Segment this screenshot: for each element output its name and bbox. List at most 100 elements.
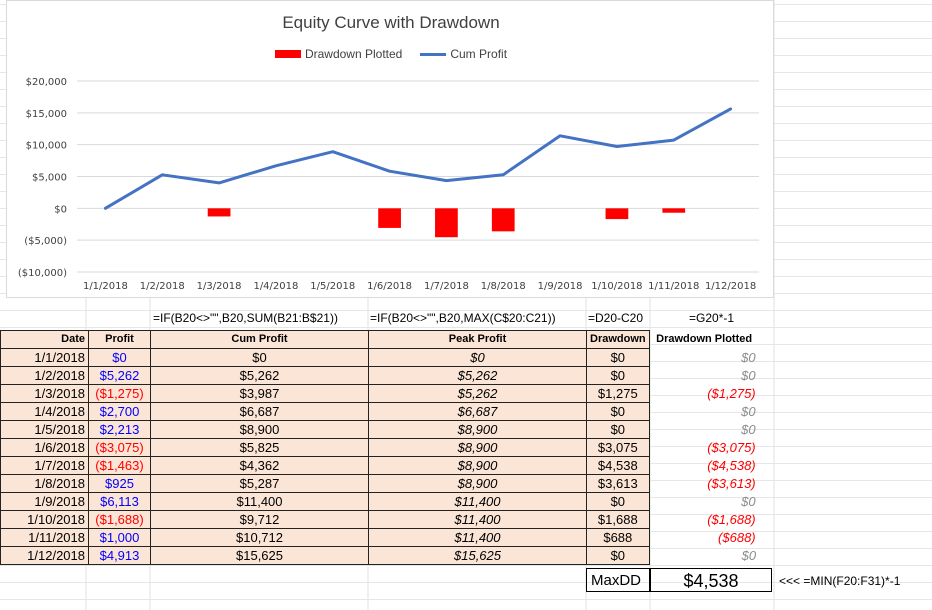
- cell-drawdown-plotted[interactable]: $0: [649, 349, 759, 367]
- cell-peak-profit[interactable]: $11,400: [368, 492, 587, 511]
- cell-cum-profit[interactable]: $5,825: [150, 438, 369, 457]
- header-profit[interactable]: Profit: [88, 330, 151, 349]
- cell-drawdown[interactable]: $0: [586, 420, 650, 439]
- cell-drawdown[interactable]: $1,275: [586, 384, 650, 403]
- cell-drawdown[interactable]: $4,538: [586, 456, 650, 475]
- cell-drawdown[interactable]: $0: [586, 348, 650, 367]
- cell-peak-profit[interactable]: $8,900: [368, 474, 587, 493]
- cell-profit[interactable]: ($1,463): [88, 456, 151, 475]
- cell-profit[interactable]: $2,700: [88, 402, 151, 421]
- cell-drawdown-plotted[interactable]: ($3,075): [649, 439, 759, 457]
- maxdd-label[interactable]: MaxDD: [586, 568, 650, 592]
- cell-cum-profit[interactable]: $11,400: [150, 492, 369, 511]
- cell-cum-profit[interactable]: $3,987: [150, 384, 369, 403]
- cell-profit[interactable]: $925: [88, 474, 151, 493]
- cell-drawdown[interactable]: $688: [586, 528, 650, 547]
- cell-date[interactable]: 1/1/2018: [0, 348, 89, 367]
- y-tick-label: $20,000: [26, 77, 67, 88]
- cell-peak-profit[interactable]: $11,400: [368, 528, 587, 547]
- cell-date[interactable]: 1/6/2018: [0, 438, 89, 457]
- cell-cum-profit[interactable]: $10,712: [150, 528, 369, 547]
- table-row: 1/6/2018 ($3,075) $5,825 $8,900 $3,075 ($3,07…: [0, 438, 760, 457]
- cell-peak-profit[interactable]: $8,900: [368, 420, 587, 439]
- cell-profit[interactable]: $5,262: [88, 366, 151, 385]
- cell-date[interactable]: 1/9/2018: [0, 492, 89, 511]
- cell-drawdown-plotted[interactable]: ($1,275): [649, 385, 759, 403]
- cell-drawdown-plotted[interactable]: ($3,613): [649, 475, 759, 493]
- cell-drawdown-plotted[interactable]: $0: [649, 403, 759, 421]
- cell-date[interactable]: 1/5/2018: [0, 420, 89, 439]
- data-table: Date Profit Cum Profit Peak Profit Drawd…: [0, 330, 760, 565]
- cell-drawdown[interactable]: $0: [586, 492, 650, 511]
- x-tick-label: 1/5/2018: [310, 281, 355, 292]
- cell-profit[interactable]: $6,113: [88, 492, 151, 511]
- cell-profit[interactable]: $2,213: [88, 420, 151, 439]
- x-tick-label: 1/4/2018: [253, 281, 298, 292]
- cell-peak-profit[interactable]: $0: [368, 348, 587, 367]
- cell-date[interactable]: 1/8/2018: [0, 474, 89, 493]
- cell-cum-profit[interactable]: $0: [150, 348, 369, 367]
- cell-date[interactable]: 1/4/2018: [0, 402, 89, 421]
- cell-date[interactable]: 1/2/2018: [0, 366, 89, 385]
- y-tick-label: $5,000: [32, 173, 67, 184]
- cell-drawdown-plotted[interactable]: ($4,538): [649, 457, 759, 475]
- formula-drawdown-plotted: =G20*-1: [689, 311, 735, 325]
- cell-drawdown-plotted[interactable]: ($688): [649, 529, 759, 547]
- cell-peak-profit[interactable]: $15,625: [368, 546, 587, 565]
- cell-cum-profit[interactable]: $5,262: [150, 366, 369, 385]
- cell-peak-profit[interactable]: $11,400: [368, 510, 587, 529]
- table-row: 1/12/2018 $4,913 $15,625 $15,625 $0 $0: [0, 546, 760, 565]
- cell-peak-profit[interactable]: $5,262: [368, 384, 587, 403]
- cell-cum-profit[interactable]: $5,287: [150, 474, 369, 493]
- table-row: 1/3/2018 ($1,275) $3,987 $5,262 $1,275 ($1,27…: [0, 384, 760, 403]
- cell-drawdown[interactable]: $0: [586, 366, 650, 385]
- cell-date[interactable]: 1/10/2018: [0, 510, 89, 529]
- cell-profit[interactable]: ($1,275): [88, 384, 151, 403]
- cell-drawdown[interactable]: $0: [586, 546, 650, 565]
- table-row: 1/5/2018 $2,213 $8,900 $8,900 $0 $0: [0, 420, 760, 439]
- y-tick-label: $15,000: [26, 109, 67, 120]
- cell-cum-profit[interactable]: $9,712: [150, 510, 369, 529]
- y-tick-label: $10,000: [26, 141, 67, 152]
- cell-drawdown-plotted[interactable]: $0: [649, 493, 759, 511]
- cell-cum-profit[interactable]: $8,900: [150, 420, 369, 439]
- x-tick-label: 1/12/2018: [705, 281, 756, 292]
- header-drawdown[interactable]: Drawdown: [586, 330, 650, 349]
- cell-cum-profit[interactable]: $6,687: [150, 402, 369, 421]
- cell-drawdown[interactable]: $3,613: [586, 474, 650, 493]
- cell-drawdown[interactable]: $0: [586, 402, 650, 421]
- cell-date[interactable]: 1/3/2018: [0, 384, 89, 403]
- cell-profit[interactable]: $0: [88, 348, 151, 367]
- cell-drawdown-plotted[interactable]: ($1,688): [649, 511, 759, 529]
- cell-cum-profit[interactable]: $15,625: [150, 546, 369, 565]
- header-date[interactable]: Date: [0, 330, 89, 349]
- table-row: 1/2/2018 $5,262 $5,262 $5,262 $0 $0: [0, 366, 760, 385]
- cell-peak-profit[interactable]: $5,262: [368, 366, 587, 385]
- cell-profit[interactable]: ($3,075): [88, 438, 151, 457]
- header-peak-profit[interactable]: Peak Profit: [368, 330, 587, 349]
- cell-drawdown-plotted[interactable]: $0: [649, 367, 759, 385]
- header-cum-profit[interactable]: Cum Profit: [150, 330, 369, 349]
- cell-profit[interactable]: ($1,688): [88, 510, 151, 529]
- cell-peak-profit[interactable]: $8,900: [368, 438, 587, 457]
- table-row: 1/10/2018 ($1,688) $9,712 $11,400 $1,688 ($1,…: [0, 510, 760, 529]
- maxdd-formula: <<< =MIN(F20:F31)*-1: [779, 574, 901, 588]
- cell-date[interactable]: 1/7/2018: [0, 456, 89, 475]
- cell-peak-profit[interactable]: $6,687: [368, 402, 587, 421]
- cell-cum-profit[interactable]: $4,362: [150, 456, 369, 475]
- cell-drawdown[interactable]: $3,075: [586, 438, 650, 457]
- cell-date[interactable]: 1/12/2018: [0, 546, 89, 565]
- header-drawdown-plotted[interactable]: Drawdown Plotted: [649, 331, 759, 349]
- cell-date[interactable]: 1/11/2018: [0, 528, 89, 547]
- cell-drawdown-plotted[interactable]: $0: [649, 421, 759, 439]
- x-tick-label: 1/3/2018: [197, 281, 242, 292]
- cell-peak-profit[interactable]: $8,900: [368, 456, 587, 475]
- maxdd-value[interactable]: $4,538: [650, 568, 772, 592]
- x-tick-label: 1/11/2018: [648, 281, 699, 292]
- chart-area[interactable]: Equity Curve with Drawdown Drawdown Plot…: [6, 0, 774, 298]
- x-tick-label: 1/2/2018: [140, 281, 185, 292]
- cell-drawdown[interactable]: $1,688: [586, 510, 650, 529]
- cell-drawdown-plotted[interactable]: $0: [649, 547, 759, 565]
- cell-profit[interactable]: $1,000: [88, 528, 151, 547]
- cell-profit[interactable]: $4,913: [88, 546, 151, 565]
